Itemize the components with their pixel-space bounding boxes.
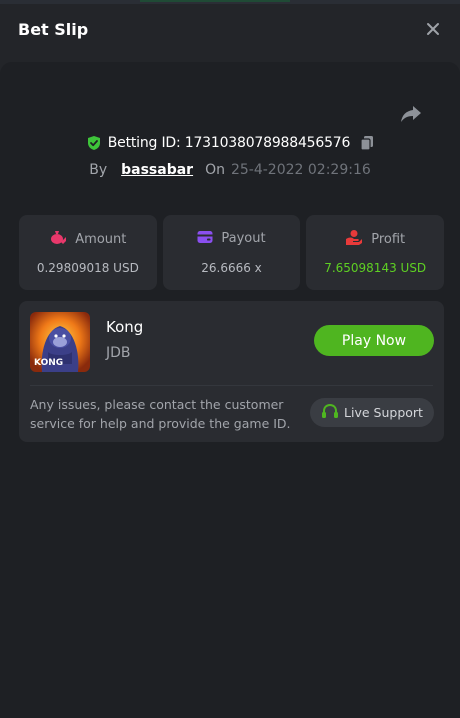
betting-id-row: Betting ID: 1731038078988456576 (0, 132, 460, 154)
payout-label: Payout (221, 231, 266, 246)
support-note: Any issues, please contact the customer … (30, 397, 291, 431)
bet-meta-row: By bassabar On 25-4-2022 02:29:16 (0, 159, 460, 181)
by-label: By (89, 162, 108, 178)
copy-icon[interactable] (360, 135, 374, 151)
hand-coin-icon (345, 229, 363, 249)
amount-value: 0.29809018 USD (36, 261, 139, 275)
bet-stats: Amount 0.29809018 USD Payout 26.6666 x P… (19, 215, 445, 290)
amount-label: Amount (75, 231, 127, 247)
game-provider: JDB (106, 345, 131, 361)
bet-slip-header: Bet Slip (0, 0, 460, 62)
live-support-label: Live Support (344, 405, 423, 420)
stat-amount: Amount 0.29809018 USD (19, 215, 157, 290)
payout-value: 26.6666 x (201, 261, 262, 275)
play-now-button[interactable]: Play Now (314, 325, 434, 356)
game-thumbnail-logo-text: KONG (34, 358, 64, 368)
game-thumbnail[interactable]: KONG (30, 312, 90, 372)
game-card: KONG Kong JDB Play Now Any issues, pleas… (19, 301, 444, 442)
username-link[interactable]: bassabar (121, 162, 193, 178)
divider (30, 385, 433, 386)
live-support-button[interactable]: Live Support (310, 398, 434, 427)
wallet-card-icon (197, 229, 213, 248)
page-title: Bet Slip (18, 20, 89, 39)
money-bag-icon (49, 229, 67, 249)
on-label: On (205, 162, 225, 178)
stat-payout: Payout 26.6666 x (162, 215, 301, 290)
close-icon[interactable] (424, 20, 442, 38)
game-name: Kong (106, 318, 144, 336)
betting-id: Betting ID: 1731038078988456576 (107, 135, 351, 151)
verified-shield-icon (86, 135, 102, 151)
bet-slip-panel: Betting ID: 1731038078988456576 By bassa… (0, 62, 460, 718)
profit-value: 7.65098143 USD (324, 261, 427, 275)
bet-datetime: 25-4-2022 02:29:16 (230, 162, 371, 178)
headset-icon (321, 403, 339, 422)
stat-profit: Profit 7.65098143 USD (306, 215, 445, 290)
share-icon[interactable] (400, 104, 422, 124)
profit-label: Profit (371, 231, 406, 247)
